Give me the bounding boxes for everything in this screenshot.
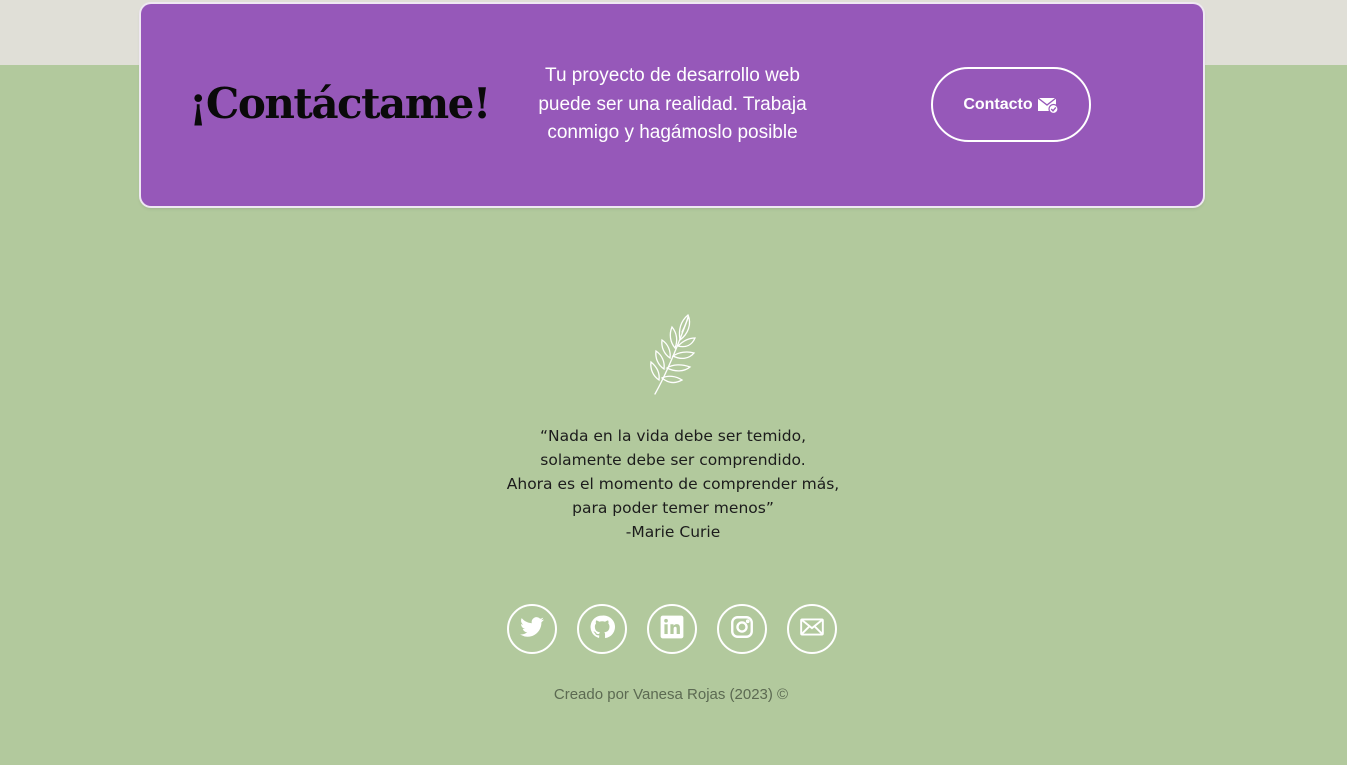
linkedin-link[interactable] [647, 604, 697, 654]
contact-button[interactable]: Contacto [931, 67, 1091, 142]
linkedin-icon [659, 614, 685, 645]
instagram-link[interactable] [717, 604, 767, 654]
page: ¡Contáctame! Tu proyecto de desarrollo w… [0, 0, 1347, 765]
email-link[interactable] [787, 604, 837, 654]
twitter-link[interactable] [507, 604, 557, 654]
footer-credits: Creado por Vanesa Rojas (2023) © [553, 686, 789, 703]
quote-author: -Marie Curie [625, 523, 721, 541]
social-links [507, 604, 837, 654]
email-icon [799, 614, 825, 645]
cta-title: ¡Contáctame! [189, 79, 491, 128]
github-link[interactable] [577, 604, 627, 654]
cta-line: Tu proyecto de desarrollo web [545, 65, 800, 86]
quote-line: “Nada en la vida debe ser temido, [539, 427, 806, 445]
quote-line: Ahora es el momento de comprender más, [506, 475, 840, 493]
instagram-icon [729, 614, 755, 645]
quote: “Nada en la vida debe ser temido, solame… [453, 424, 893, 544]
leaf-branch-icon [644, 312, 700, 396]
quote-line: solamente debe ser comprendido. [540, 451, 806, 469]
cta-line: puede ser una realidad. Trabaja [538, 93, 807, 115]
contact-cta-card: ¡Contáctame! Tu proyecto de desarrollo w… [141, 4, 1203, 206]
cta-description: Tu proyecto de desarrollo web puede ser … [525, 62, 820, 148]
quote-line: para poder temer menos” [572, 499, 774, 517]
github-icon [589, 614, 615, 645]
mail-check-icon [1037, 96, 1059, 114]
twitter-icon [519, 614, 545, 645]
contact-button-label: Contacto [963, 95, 1033, 113]
cta-line: conmigo y hagámoslo posible [547, 122, 798, 143]
